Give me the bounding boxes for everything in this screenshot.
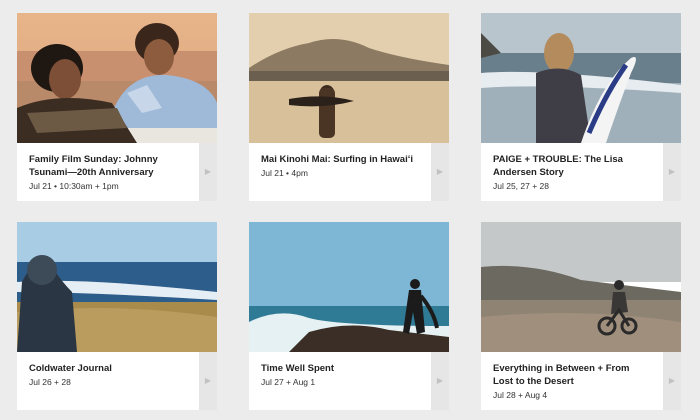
event-thumbnail-image[interactable] (249, 13, 449, 143)
event-card[interactable]: Coldwater Journal Jul 26 + 28 ▶ (17, 222, 217, 410)
event-thumbnail-image[interactable] (17, 222, 217, 352)
card-arrow-button[interactable]: ▶ (199, 143, 217, 201)
event-thumbnail-image[interactable] (481, 222, 681, 352)
event-title[interactable]: Mai Kinohi Mai: Surfing in Hawaiʻi (261, 153, 419, 166)
chevron-right-icon: ▶ (668, 167, 676, 176)
chevron-right-icon: ▶ (436, 376, 444, 385)
chevron-right-icon: ▶ (204, 167, 212, 176)
card-arrow-button[interactable]: ▶ (663, 352, 681, 410)
event-thumbnail-image[interactable] (481, 13, 681, 143)
event-title[interactable]: Everything in Between + From Lost to the… (493, 362, 651, 388)
event-date: Jul 27 + Aug 1 (261, 377, 316, 387)
chevron-right-icon: ▶ (668, 376, 676, 385)
event-date: Jul 21 • 4pm (261, 168, 308, 178)
card-arrow-button[interactable]: ▶ (431, 352, 449, 410)
chevron-right-icon: ▶ (204, 376, 212, 385)
event-card[interactable]: Family Film Sunday: Johnny Tsunami—20th … (17, 13, 217, 201)
event-date: Jul 28 + Aug 4 (493, 390, 548, 400)
event-card[interactable]: Time Well Spent Jul 27 + Aug 1 ▶ (249, 222, 449, 410)
card-arrow-button[interactable]: ▶ (199, 352, 217, 410)
card-arrow-button[interactable]: ▶ (431, 143, 449, 201)
event-card[interactable]: Everything in Between + From Lost to the… (481, 222, 681, 410)
event-date: Jul 26 + 28 (29, 377, 71, 387)
event-title[interactable]: PAIGE + TROUBLE: The Lisa Andersen Story (493, 153, 651, 179)
card-arrow-button[interactable]: ▶ (663, 143, 681, 201)
chevron-right-icon: ▶ (436, 167, 444, 176)
event-card[interactable]: PAIGE + TROUBLE: The Lisa Andersen Story… (481, 13, 681, 201)
event-thumbnail-image[interactable] (249, 222, 449, 352)
event-thumbnail-image[interactable] (17, 13, 217, 143)
event-date: Jul 21 • 10:30am + 1pm (29, 181, 119, 191)
event-title[interactable]: Time Well Spent (261, 362, 419, 375)
event-title[interactable]: Family Film Sunday: Johnny Tsunami—20th … (29, 153, 187, 179)
event-card[interactable]: Mai Kinohi Mai: Surfing in Hawaiʻi Jul 2… (249, 13, 449, 201)
event-date: Jul 25, 27 + 28 (493, 181, 550, 191)
event-title[interactable]: Coldwater Journal (29, 362, 187, 375)
